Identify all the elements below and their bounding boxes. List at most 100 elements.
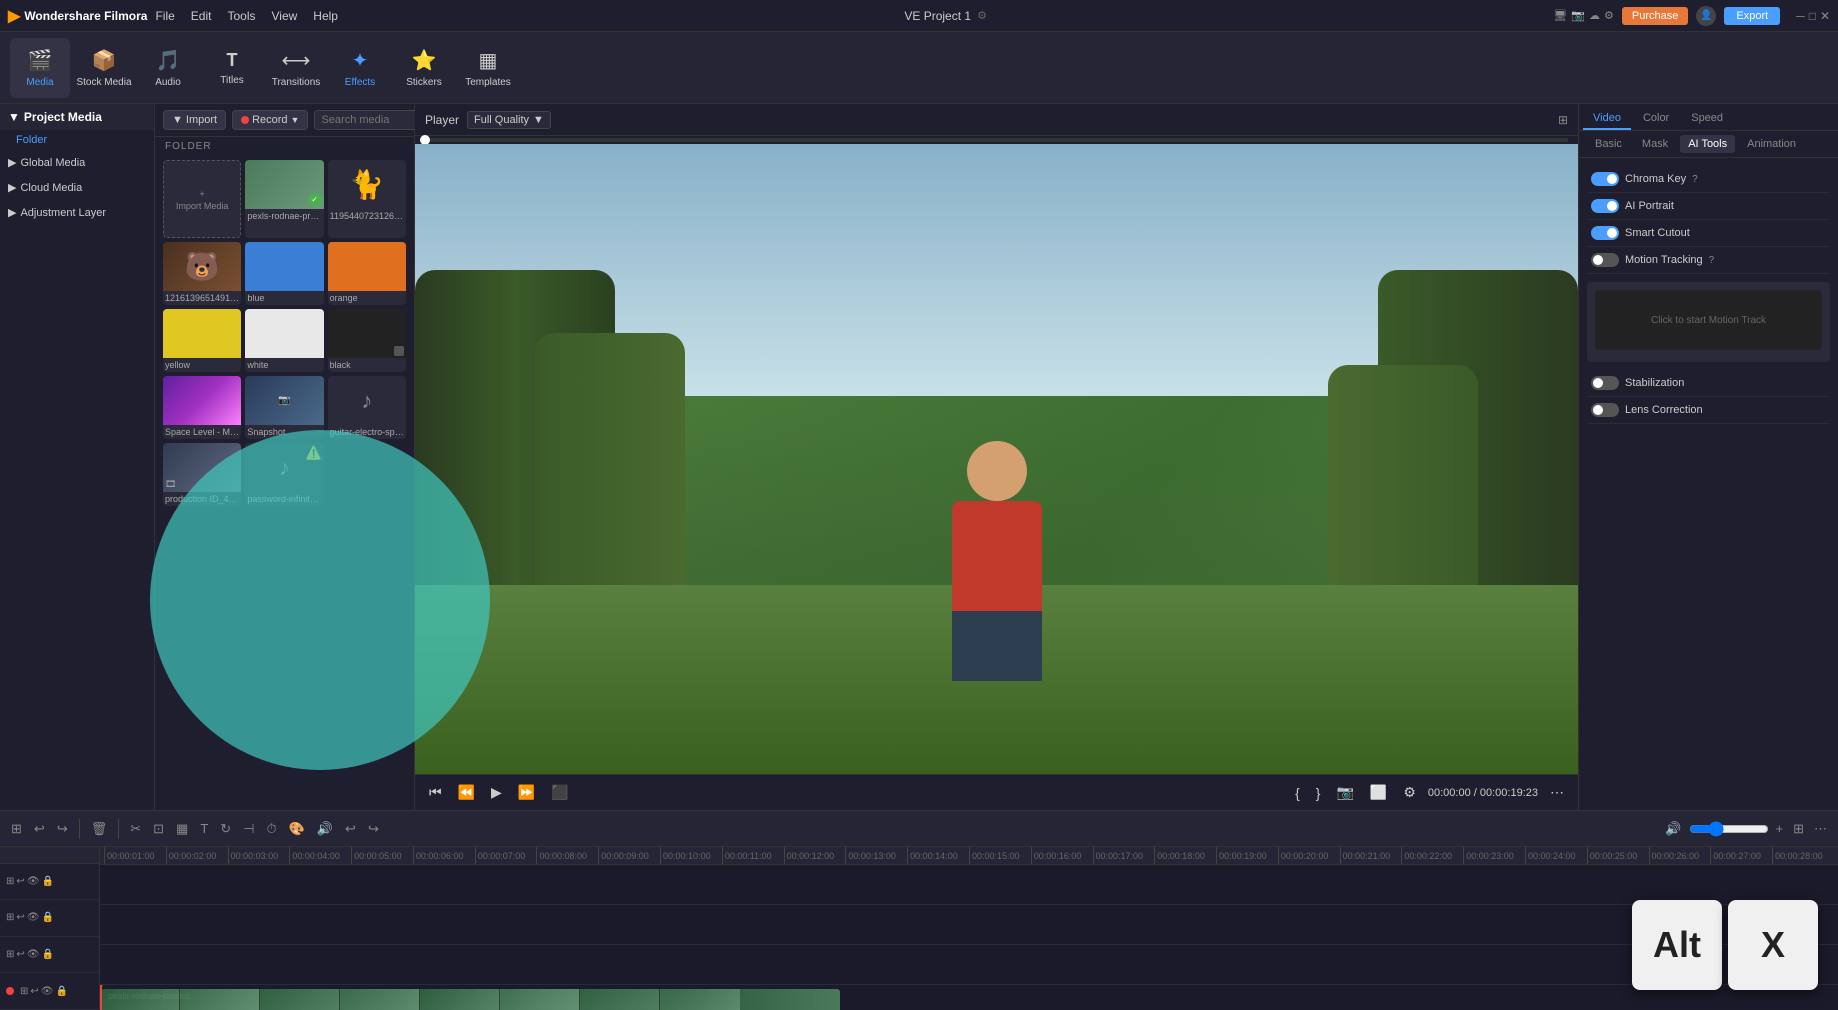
titlebar-icon-4[interactable]: ⚙ [1604,9,1614,22]
import-media-item[interactable]: + Import Media [163,160,241,238]
step-back-button[interactable]: ⏪ [454,782,479,803]
track-4-icon4[interactable]: 🔒 [55,986,67,997]
snapshot-button[interactable]: 📷 [1332,782,1357,803]
media-item-white[interactable]: white [245,309,323,372]
tl-mirror-btn[interactable]: ⊣ [240,819,257,839]
track-1-icon4[interactable]: 🔒 [41,876,53,887]
track-3-icon3[interactable]: 👁 [27,949,40,960]
media-item-cat[interactable]: 🐈 1195440723126649600... [328,160,406,238]
tab-speed[interactable]: Speed [1681,108,1733,130]
media-item-guitar[interactable]: ♪ guitar-electro-sport-tr... [328,376,406,439]
tl-speed-btn[interactable]: ⏱ [264,819,280,839]
cloud-media-section[interactable]: ▶ Cloud Media [0,175,154,200]
playhead[interactable] [100,985,102,1010]
purchase-button[interactable]: Purchase [1622,7,1688,25]
progress-bar[interactable] [425,138,1568,142]
track-area[interactable]: Click to start Motion Track [1595,290,1822,350]
motion-tracking-toggle[interactable] [1591,253,1619,267]
track-2-icon1[interactable]: ⊞ [6,912,14,923]
tl-delete-btn[interactable]: 🗑 [88,819,111,839]
motion-tracking-help[interactable]: ? [1709,255,1715,266]
track-3-icon1[interactable]: ⊞ [6,949,14,960]
titlebar-icon-3[interactable]: ☁ [1589,9,1600,22]
menu-view[interactable]: View [272,9,298,23]
toolbar-transitions[interactable]: ⟷ Transitions [266,38,326,98]
toolbar-templates[interactable]: ▦ Templates [458,38,518,98]
tl-color-btn[interactable]: 🎨 [286,819,308,839]
user-avatar[interactable]: 👤 [1696,6,1716,26]
subtab-mask[interactable]: Mask [1634,135,1676,153]
track-row-2[interactable] [100,905,1838,945]
track-2-icon3[interactable]: 👁 [27,912,40,923]
media-item-video[interactable]: ✓ pexls-rodnae-produc... [245,160,323,238]
ai-portrait-toggle[interactable] [1591,199,1619,213]
timeline-tracks[interactable]: 00:00:01:0000:00:02:0000:00:03:0000:00:0… [100,847,1838,1010]
minimize-btn[interactable]: ─ [1796,9,1805,23]
track-3-icon2[interactable]: ↩ [16,949,24,960]
media-item-orange[interactable]: orange [328,242,406,305]
toolbar-stock-media[interactable]: 📦 Stock Media [74,38,134,98]
subtab-basic[interactable]: Basic [1587,135,1630,153]
track-row-4[interactable]: pexls-rodnae-produc... [100,985,1838,1010]
tl-redo-btn[interactable]: ↪ [54,819,71,839]
lens-correction-toggle[interactable] [1591,403,1619,417]
tl-audio-btn[interactable]: 🔊 [314,819,336,839]
toolbar-audio[interactable]: 🎵 Audio [138,38,198,98]
media-item-space[interactable]: Space Level - Made w... [163,376,241,439]
track-row-1[interactable] [100,865,1838,905]
import-button[interactable]: ▼ Import [163,110,226,130]
project-media-header[interactable]: ▼ Project Media [0,104,154,130]
menu-help[interactable]: Help [313,9,338,23]
tab-video[interactable]: Video [1583,108,1631,130]
chroma-key-help[interactable]: ? [1692,174,1698,185]
quality-select[interactable]: Full Quality ▼ [467,111,551,129]
titlebar-icon-1[interactable]: 🖥 [1553,9,1567,22]
tl-undo-btn[interactable]: ↩ [31,819,48,839]
chroma-key-toggle[interactable] [1591,172,1619,186]
track-1-icon3[interactable]: 👁 [27,876,40,887]
smart-cutout-toggle[interactable] [1591,226,1619,240]
close-btn[interactable]: ✕ [1820,9,1830,23]
media-item-snapshot[interactable]: 📷 Snapshot [245,376,323,439]
tab-color[interactable]: Color [1633,108,1679,130]
track-4-icon1[interactable]: ⊞ [20,986,28,997]
menu-tools[interactable]: Tools [227,9,255,23]
tl-zoom-out-btn[interactable]: 🔊 [1662,819,1684,839]
tl-trim-btn[interactable]: ▦ [173,819,191,839]
export-button[interactable]: Export [1724,7,1780,25]
tl-more-btn[interactable]: ⋯ [1811,819,1830,839]
titlebar-icon-2[interactable]: 📷 [1571,9,1585,22]
maximize-btn[interactable]: □ [1809,9,1816,23]
import-media-btn[interactable]: + Import Media [163,160,241,238]
more-ctrl-btn[interactable]: ⋯ [1546,782,1568,803]
scrubber-bar[interactable] [415,136,1578,144]
track-1-icon1[interactable]: ⊞ [6,876,14,887]
record-button[interactable]: Record ▼ [232,110,308,130]
settings-control-btn[interactable]: ⚙ [1399,782,1420,803]
track-4-icon2[interactable]: ↩ [30,986,38,997]
tl-layout-btn[interactable]: ⊞ [1790,819,1807,839]
skip-back-button[interactable]: ⏮ [425,782,446,803]
toolbar-media[interactable]: 🎬 Media [10,38,70,98]
media-item-yellow[interactable]: yellow [163,309,241,372]
global-media-section[interactable]: ▶ Global Media [0,150,154,175]
tl-zoom-slider[interactable] [1689,821,1769,837]
media-item-bear[interactable]: 🐻 121613965149123274... [163,242,241,305]
media-item-blue[interactable]: blue [245,242,323,305]
adjustment-layer-section[interactable]: ▶ Adjustment Layer [0,200,154,225]
tl-text-btn[interactable]: T [197,819,211,838]
subtab-aitools[interactable]: AI Tools [1680,135,1735,153]
tl-add-track-btn[interactable]: ⊞ [8,819,25,839]
preview-settings-icon[interactable]: ⊞ [1558,113,1568,127]
menu-edit[interactable]: Edit [191,9,212,23]
video-clip[interactable]: pexls-rodnae-produc... [100,989,840,1010]
toolbar-stickers[interactable]: ⭐ Stickers [394,38,454,98]
play-button[interactable]: ▶ [487,782,506,803]
folder-item[interactable]: Folder [0,130,154,150]
tl-zoom-in-btn[interactable]: + [1773,819,1787,838]
track-2-icon4[interactable]: 🔒 [41,912,53,923]
track-1-icon2[interactable]: ↩ [16,876,24,887]
track-row-3[interactable] [100,945,1838,985]
tl-crop-btn[interactable]: ⊡ [150,819,167,839]
toolbar-effects[interactable]: ✦ Effects [330,38,390,98]
